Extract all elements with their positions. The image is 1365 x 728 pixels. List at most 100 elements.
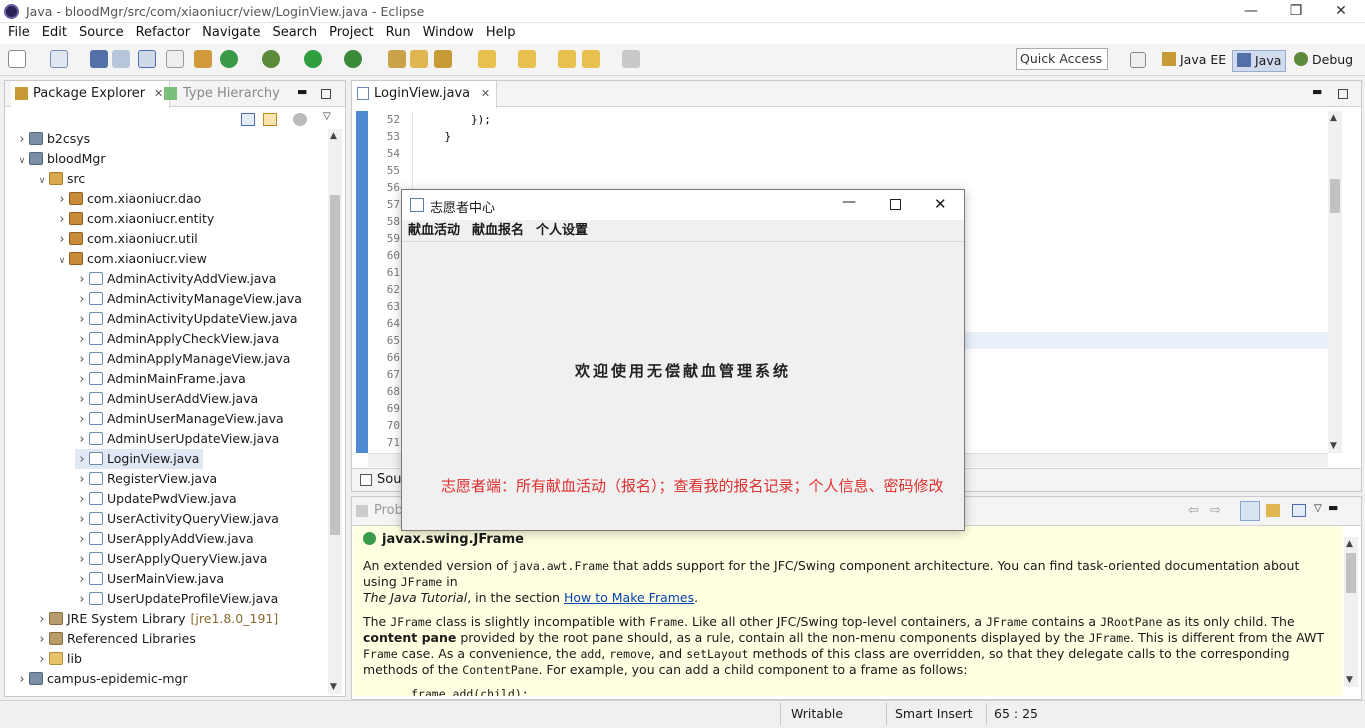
tree-item-java-file[interactable]: › UserApplyQueryView.java: [75, 549, 267, 569]
tab-package-explorer[interactable]: Package Explorer ✕: [11, 81, 171, 108]
tree-item-pkg[interactable]: ∨ com.xiaoniucr.view: [55, 249, 207, 269]
tree-item-proj[interactable]: › b2csys: [15, 129, 90, 149]
menu-help[interactable]: Help: [480, 23, 522, 43]
last-edit-icon[interactable]: [558, 50, 576, 68]
menu-edit[interactable]: Edit: [36, 23, 73, 43]
chevron-right-icon[interactable]: ›: [75, 410, 89, 430]
tree-item-java-file[interactable]: › UserUpdateProfileView.java: [75, 589, 278, 609]
swing-close-button[interactable]: ✕: [934, 195, 947, 213]
chevron-right-icon[interactable]: ›: [75, 510, 89, 530]
tree-item-java-file[interactable]: › AdminActivityUpdateView.java: [75, 309, 297, 330]
tree-item-java-file[interactable]: › AdminApplyManageView.java: [75, 349, 290, 369]
tree-item-java-file[interactable]: › UserApplyAddView.java: [75, 529, 253, 550]
prev-annotation-icon[interactable]: [518, 50, 536, 68]
chevron-down-icon[interactable]: ∨: [55, 251, 69, 271]
tree-item-proj[interactable]: ∨ bloodMgr: [15, 149, 106, 169]
tree-scrollbar[interactable]: ▲ ▼: [328, 129, 342, 694]
open-perspective-icon[interactable]: [1130, 52, 1146, 68]
quick-access-input[interactable]: Quick Access: [1016, 48, 1108, 70]
chevron-right-icon[interactable]: ›: [75, 290, 89, 310]
chevron-right-icon[interactable]: ›: [75, 590, 89, 610]
perspective-java-ee[interactable]: Java EE: [1158, 50, 1230, 72]
chevron-right-icon[interactable]: ›: [75, 490, 89, 510]
editor-scrollbar[interactable]: ▲ ▼: [1328, 111, 1342, 453]
tab-problems[interactable]: Prob: [374, 503, 403, 518]
chevron-right-icon[interactable]: ›: [75, 390, 89, 410]
chevron-right-icon[interactable]: ›: [35, 630, 49, 650]
chevron-down-icon[interactable]: ∨: [35, 171, 49, 191]
tree-item-lib[interactable]: › Referenced Libraries: [35, 629, 195, 650]
menu-navigate[interactable]: Navigate: [196, 23, 266, 43]
skip-breakpoints-icon[interactable]: [166, 50, 184, 68]
menu-blood-activity[interactable]: 献血活动: [402, 220, 466, 242]
tree-item-lib[interactable]: › JRE System Library [jre1.8.0_191]: [35, 609, 278, 629]
maximize-view-icon[interactable]: [321, 89, 331, 99]
menu-personal-settings[interactable]: 个人设置: [530, 220, 594, 242]
tree-scroll-up-icon[interactable]: ▲: [330, 131, 337, 141]
menu-project[interactable]: Project: [323, 23, 379, 43]
menu-source[interactable]: Source: [73, 23, 130, 43]
menu-file[interactable]: File: [2, 23, 36, 43]
tree-item-java-file[interactable]: › LoginView.java: [75, 449, 204, 469]
chevron-right-icon[interactable]: ›: [55, 210, 69, 230]
tree-item-java-file[interactable]: › UserMainView.java: [75, 569, 224, 589]
editor-scroll-thumb[interactable]: [1330, 179, 1340, 213]
chevron-down-icon[interactable]: ∨: [15, 151, 29, 171]
minimize-button[interactable]: —: [1228, 0, 1274, 23]
tree-item-java-file[interactable]: › AdminActivityAddView.java: [75, 269, 276, 289]
editor-scroll-down-icon[interactable]: ▼: [1330, 441, 1337, 451]
chevron-right-icon[interactable]: ›: [35, 610, 49, 630]
swing-maximize-button[interactable]: [890, 199, 901, 210]
tree-scroll-down-icon[interactable]: ▼: [330, 682, 337, 692]
console-icon[interactable]: [138, 50, 156, 68]
doc-scroll-down-icon[interactable]: ▼: [1346, 675, 1353, 685]
tree-item-java-file[interactable]: › RegisterView.java: [75, 469, 217, 489]
debug-icon[interactable]: [262, 50, 280, 68]
chevron-right-icon[interactable]: ›: [55, 190, 69, 210]
tree-item-src[interactable]: ∨ src: [35, 169, 86, 191]
tree-item-java-file[interactable]: › AdminUserUpdateView.java: [75, 429, 279, 449]
back-doc-icon[interactable]: ⇦: [1188, 503, 1199, 518]
tree-item-folder[interactable]: › lib: [35, 649, 82, 669]
new-class-icon[interactable]: [434, 50, 452, 68]
chevron-right-icon[interactable]: ›: [15, 130, 29, 150]
chevron-right-icon[interactable]: ›: [35, 650, 49, 670]
editor-maximize-icon[interactable]: [1338, 89, 1348, 99]
run-icon[interactable]: [304, 50, 322, 68]
doc-scroll-up-icon[interactable]: ▲: [1346, 539, 1353, 549]
chevron-right-icon[interactable]: ›: [75, 270, 89, 290]
tree-item-java-file[interactable]: › AdminActivityManageView.java: [75, 289, 302, 309]
javadoc-minimize-icon[interactable]: ▬: [1328, 501, 1338, 514]
chevron-right-icon[interactable]: ›: [75, 530, 89, 550]
save-icon[interactable]: [90, 50, 108, 68]
forward-icon[interactable]: [622, 50, 640, 68]
tab-type-hierarchy[interactable]: Type Hierarchy: [161, 81, 280, 107]
tree-scroll-thumb[interactable]: [330, 195, 340, 535]
close-editor-tab-icon[interactable]: ✕: [481, 81, 490, 106]
doc-scroll-thumb[interactable]: [1346, 553, 1356, 593]
forward-doc-icon[interactable]: ⇨: [1210, 503, 1221, 518]
how-to-make-frames-link[interactable]: How to Make Frames: [564, 590, 694, 605]
view-menu-icon[interactable]: ▽: [323, 111, 331, 122]
editor-minimize-icon[interactable]: ▬: [1312, 85, 1322, 98]
chevron-right-icon[interactable]: ›: [75, 330, 89, 350]
chevron-right-icon[interactable]: ›: [75, 310, 89, 330]
tree-item-java-file[interactable]: › UserActivityQueryView.java: [75, 509, 279, 529]
new-java-project-icon[interactable]: [388, 50, 406, 68]
perspective-debug[interactable]: Debug: [1290, 50, 1357, 72]
chevron-right-icon[interactable]: ›: [75, 550, 89, 570]
tree-item-java-file[interactable]: › AdminUserManageView.java: [75, 409, 283, 430]
tree-item-java-file[interactable]: › AdminApplyCheckView.java: [75, 329, 279, 349]
swing-minimize-button[interactable]: —: [842, 194, 856, 210]
save-all-icon[interactable]: [112, 50, 130, 68]
new-package-icon[interactable]: [410, 50, 428, 68]
editor-scroll-up-icon[interactable]: ▲: [1330, 113, 1337, 123]
tree-item-pkg[interactable]: › com.xiaoniucr.entity: [55, 209, 214, 229]
chevron-right-icon[interactable]: ›: [15, 670, 29, 690]
restore-button[interactable]: ❐: [1273, 0, 1319, 23]
menu-search[interactable]: Search: [266, 23, 323, 43]
tab-loginview[interactable]: LoginView.java ✕: [352, 81, 498, 108]
open-input-icon[interactable]: [1292, 504, 1306, 517]
close-button[interactable]: ✕: [1318, 0, 1364, 23]
chevron-right-icon[interactable]: ›: [55, 230, 69, 250]
